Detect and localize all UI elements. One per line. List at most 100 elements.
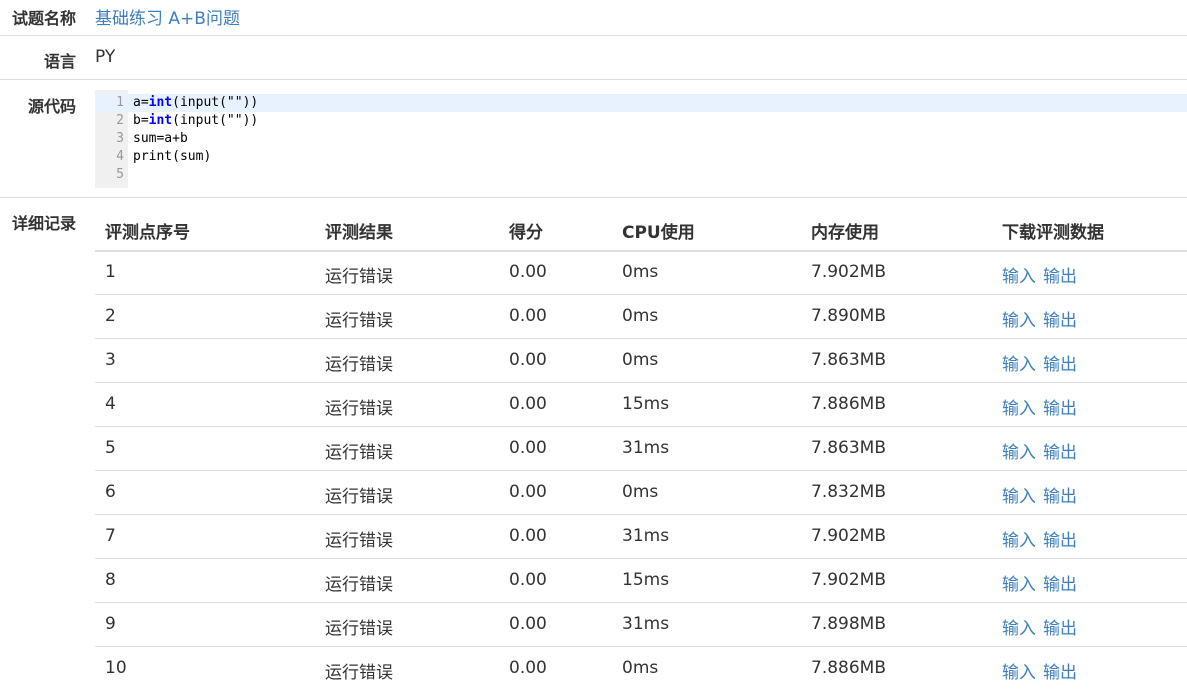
download-input-link[interactable]: 输入 — [1002, 438, 1036, 463]
download-input-link[interactable]: 输入 — [1002, 526, 1036, 551]
download-input-link[interactable]: 输入 — [1002, 614, 1036, 639]
code-line[interactable]: 1 a=int(input("")) — [95, 94, 1187, 112]
table-cell-mem: 7.886MB — [811, 658, 886, 678]
table-cell-score: 0.00 — [509, 526, 547, 546]
code-segment: a= — [133, 95, 149, 110]
download-output-link[interactable]: 输出 — [1043, 394, 1077, 419]
table-cell-cpu: 15ms — [622, 394, 670, 414]
table-cell-mem: 7.902MB — [811, 570, 886, 590]
download-input-link[interactable]: 输入 — [1002, 482, 1036, 507]
code-segment: sum=a+b — [133, 131, 188, 146]
column-header: 得分 — [509, 223, 543, 243]
problem-name-link[interactable]: 基础练习 A+B问题 — [95, 4, 240, 29]
table-cell-mem: 7.863MB — [811, 350, 886, 370]
download-output-link[interactable]: 输出 — [1043, 526, 1077, 551]
language-label: 语言 — [43, 52, 76, 71]
table-cell-cpu: 31ms — [622, 614, 670, 634]
table-cell-id: 3 — [105, 350, 116, 370]
download-output-link[interactable]: 输出 — [1043, 614, 1077, 639]
table-cell-cpu: 0ms — [622, 262, 659, 282]
table-cell-id: 5 — [105, 438, 116, 458]
code-text: print(sum) — [133, 148, 211, 166]
download-output-link[interactable]: 输出 — [1043, 658, 1077, 683]
header-divider — [95, 250, 1187, 252]
download-output-link[interactable]: 输出 — [1043, 262, 1077, 287]
code-line[interactable]: 2 b=int(input("")) — [95, 112, 1187, 130]
table-cell-result: 运行错误 — [325, 355, 393, 375]
download-input-link[interactable]: 输入 — [1002, 350, 1036, 375]
download-output-link[interactable]: 输出 — [1043, 482, 1077, 507]
download-input-link[interactable]: 输入 — [1002, 262, 1036, 287]
row-divider — [95, 470, 1187, 471]
table-cell-id: 10 — [105, 658, 127, 678]
row-divider — [95, 382, 1187, 383]
download-output-link[interactable]: 输出 — [1043, 350, 1077, 375]
table-cell-cpu: 0ms — [622, 658, 659, 678]
table-cell-mem: 7.886MB — [811, 394, 886, 414]
table-cell-id: 6 — [105, 482, 116, 502]
source-code-label: 源代码 — [27, 97, 76, 116]
table-cell-cpu: 15ms — [622, 570, 670, 590]
divider — [0, 79, 1187, 80]
table-cell-result: 运行错误 — [325, 487, 393, 507]
column-header: 内存使用 — [811, 223, 879, 243]
table-cell-mem: 7.890MB — [811, 306, 886, 326]
code-text: b=int(input("")) — [133, 112, 258, 130]
column-header: 评测结果 — [325, 223, 393, 243]
table-cell-result: 运行错误 — [325, 531, 393, 551]
code-keyword: int — [148, 113, 173, 128]
table-cell-id: 9 — [105, 614, 116, 634]
table-cell-id: 7 — [105, 526, 116, 546]
download-output-link[interactable]: 输出 — [1043, 570, 1077, 595]
table-cell-cpu: 0ms — [622, 482, 659, 502]
code-line[interactable]: 3 sum=a+b — [95, 130, 1187, 148]
row-divider — [95, 602, 1187, 603]
code-line[interactable]: 5 — [95, 166, 1187, 184]
table-cell-score: 0.00 — [509, 262, 547, 282]
line-number: 5 — [116, 167, 124, 182]
table-cell-id: 2 — [105, 306, 116, 326]
column-header: CPU使用 — [622, 223, 695, 243]
table-cell-mem: 7.863MB — [811, 438, 886, 458]
table-cell-cpu: 0ms — [622, 350, 659, 370]
table-cell-score: 0.00 — [509, 350, 547, 370]
table-cell-score: 0.00 — [509, 438, 547, 458]
table-cell-score: 0.00 — [509, 614, 547, 634]
line-number: 4 — [116, 149, 124, 164]
table-cell-id: 4 — [105, 394, 116, 414]
table-cell-result: 运行错误 — [325, 399, 393, 419]
table-cell-score: 0.00 — [509, 482, 547, 502]
table-cell-cpu: 31ms — [622, 526, 670, 546]
table-cell-id: 8 — [105, 570, 116, 590]
table-cell-score: 0.00 — [509, 394, 547, 414]
column-header: 下载评测数据 — [1002, 223, 1104, 243]
download-input-link[interactable]: 输入 — [1002, 306, 1036, 331]
code-line[interactable]: 4 print(sum) — [95, 148, 1187, 166]
download-output-link[interactable]: 输出 — [1043, 306, 1077, 331]
divider — [0, 197, 1187, 198]
table-cell-result: 运行错误 — [325, 443, 393, 463]
table-cell-score: 0.00 — [509, 658, 547, 678]
code-segment: print(sum) — [133, 149, 212, 164]
table-cell-cpu: 31ms — [622, 438, 670, 458]
problem-name-label: 试题名称 — [11, 9, 76, 28]
download-input-link[interactable]: 输入 — [1002, 394, 1036, 419]
line-number: 1 — [116, 95, 124, 110]
row-divider — [95, 514, 1187, 515]
line-number: 3 — [116, 131, 124, 146]
row-divider — [95, 558, 1187, 559]
download-output-link[interactable]: 输出 — [1043, 438, 1077, 463]
code-segment: b= — [133, 113, 149, 128]
row-divider — [95, 646, 1187, 647]
code-segment: (input("")) — [172, 95, 259, 110]
download-input-link[interactable]: 输入 — [1002, 570, 1036, 595]
row-divider — [95, 338, 1187, 339]
code-editor[interactable]: 1 a=int(input("")) 2 b=int(input("")) 3 sum=a… — [95, 90, 1187, 188]
row-divider — [95, 426, 1187, 427]
line-number: 2 — [116, 113, 124, 128]
table-cell-score: 0.00 — [509, 306, 547, 326]
code-segment: (input("")) — [172, 113, 259, 128]
code-keyword: int — [148, 95, 173, 110]
download-input-link[interactable]: 输入 — [1002, 658, 1036, 683]
table-cell-mem: 7.902MB — [811, 262, 886, 282]
